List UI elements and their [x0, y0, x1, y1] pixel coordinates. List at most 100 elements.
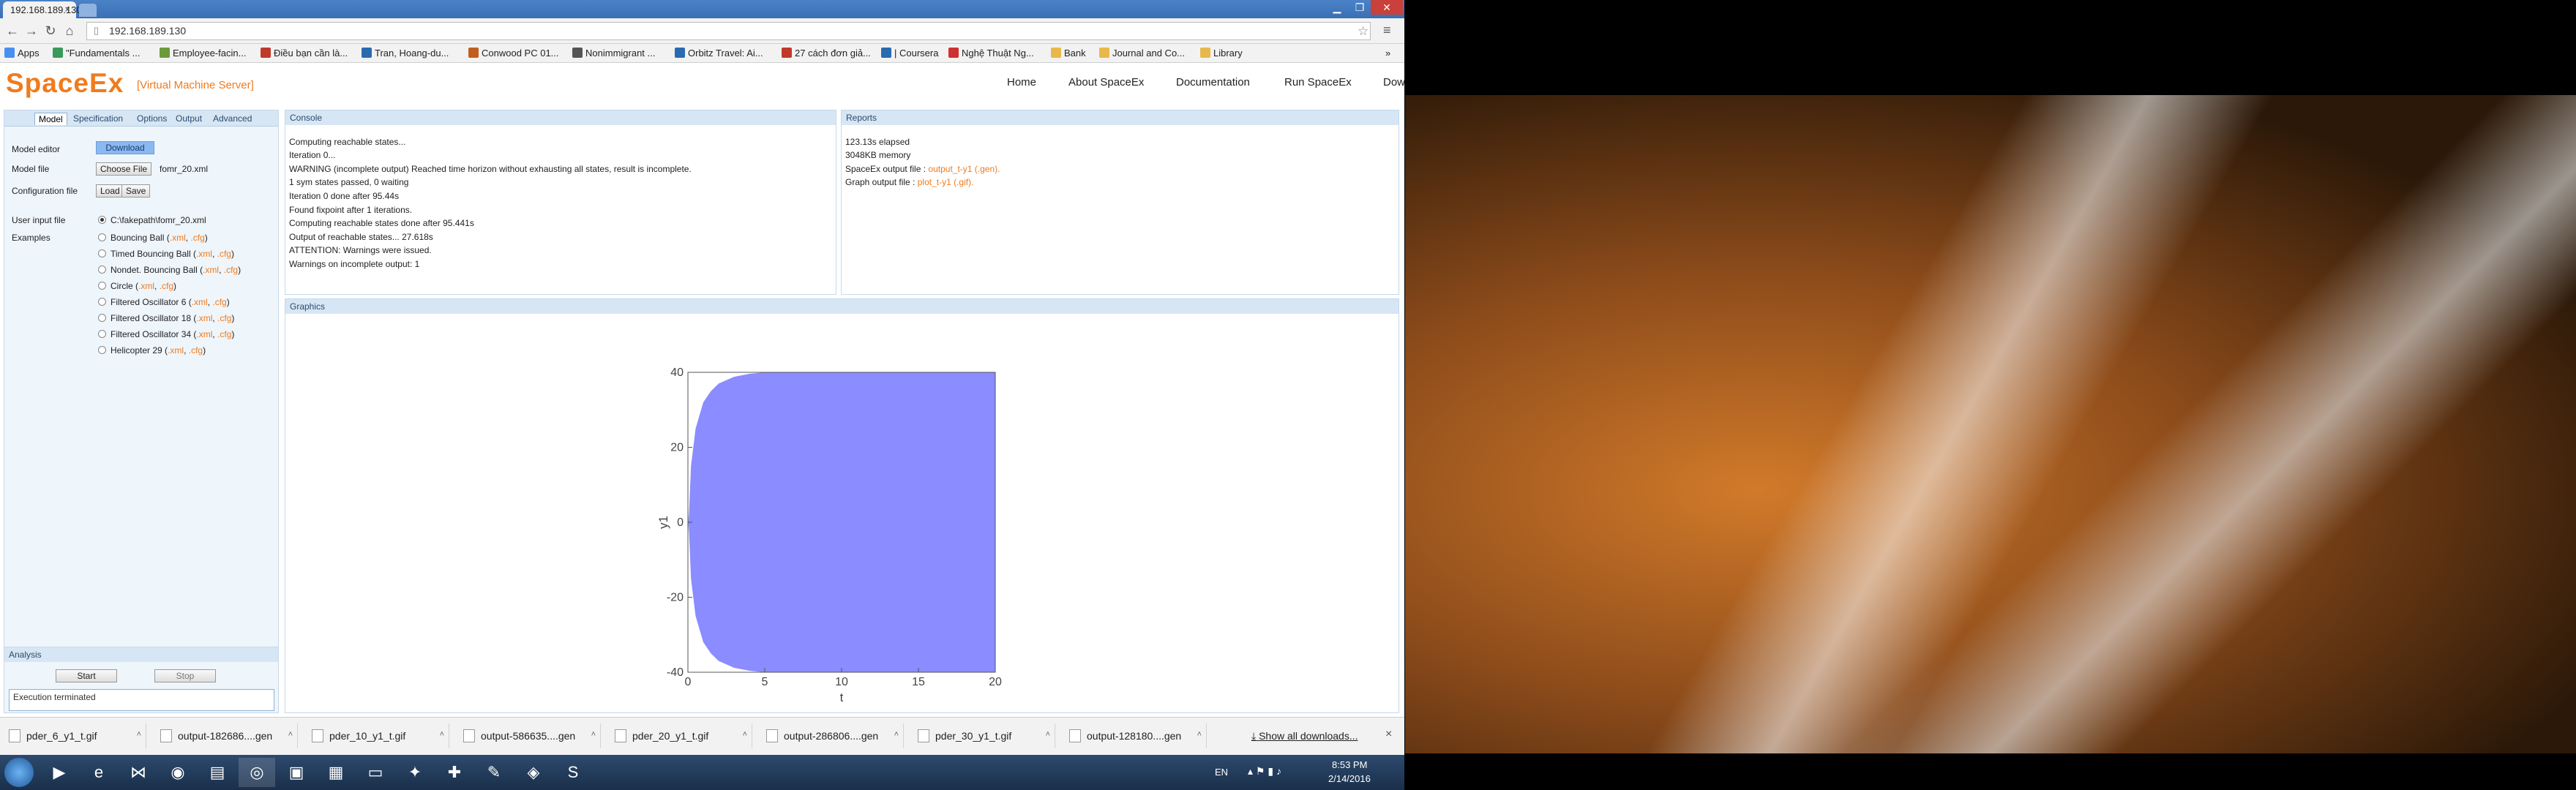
home-icon[interactable]: ⌂: [61, 23, 78, 39]
example-cfg-link[interactable]: .cfg: [217, 329, 231, 339]
download-item[interactable]: pder_30_y1_t.gif ˄: [909, 723, 1055, 748]
address-bar[interactable]: ▯ 192.168.189.130: [86, 22, 1371, 40]
bookmark-item[interactable]: 27 cách đơn giả...: [782, 48, 871, 59]
example-xml-link[interactable]: .xml: [196, 249, 212, 259]
show-all-downloads-link[interactable]: ⤓ Show all downloads...: [1251, 730, 1358, 742]
clock-date[interactable]: 2/14/2016: [1328, 773, 1371, 784]
example-xml-link[interactable]: .xml: [138, 281, 154, 291]
download-item[interactable]: pder_10_y1_t.gif ˄: [303, 723, 449, 748]
example-radio[interactable]: [98, 282, 106, 290]
forward-icon[interactable]: →: [23, 23, 40, 39]
bookmark-apps[interactable]: Apps: [4, 48, 40, 59]
bookmark-item[interactable]: Orbitz Travel: Ai...: [675, 48, 763, 59]
example-radio[interactable]: [98, 330, 106, 338]
example-xml-link[interactable]: .xml: [170, 233, 186, 243]
skype-icon[interactable]: S: [555, 758, 591, 787]
nav-documentation[interactable]: Documentation: [1176, 76, 1250, 89]
tab-model[interactable]: Model: [34, 113, 67, 125]
bookmark-item[interactable]: Conwood PC 01...: [468, 48, 559, 59]
save-button[interactable]: Save: [121, 184, 151, 198]
minimize-icon[interactable]: ▁: [1326, 0, 1348, 15]
app-icon-2[interactable]: ✚: [436, 758, 473, 787]
close-downloads-icon[interactable]: ×: [1385, 728, 1392, 741]
example-cfg-link[interactable]: .cfg: [160, 281, 173, 291]
chevron-up-icon[interactable]: ˄: [743, 730, 747, 739]
spaceex-logo[interactable]: SpaceEx: [6, 68, 124, 99]
nav-home[interactable]: Home: [1007, 76, 1036, 89]
chevron-up-icon[interactable]: ˄: [591, 730, 596, 739]
load-button[interactable]: Load: [96, 184, 124, 198]
back-icon[interactable]: ←: [4, 23, 20, 39]
internet-explorer-icon[interactable]: e: [80, 758, 117, 787]
clock-time[interactable]: 8:53 PM: [1332, 759, 1367, 770]
example-radio[interactable]: [98, 346, 106, 354]
download-item[interactable]: output-182686....gen ˄: [151, 723, 298, 748]
folder-icon[interactable]: ▭: [357, 758, 394, 787]
example-cfg-link[interactable]: .cfg: [224, 265, 238, 275]
download-item[interactable]: output-286806....gen ˄: [757, 723, 904, 748]
start-button[interactable]: Start: [56, 669, 117, 682]
example-cfg-link[interactable]: .cfg: [212, 297, 226, 307]
maps-icon[interactable]: ◈: [515, 758, 552, 787]
firefox-icon[interactable]: ◉: [160, 758, 196, 787]
example-xml-link[interactable]: .xml: [196, 313, 212, 323]
download-button[interactable]: Download: [96, 141, 154, 154]
chevron-up-icon[interactable]: ˄: [894, 730, 899, 739]
nav-about[interactable]: About SpaceEx: [1068, 76, 1144, 89]
example-cfg-link[interactable]: .cfg: [217, 249, 231, 259]
download-item[interactable]: output-128180....gen ˄: [1060, 723, 1207, 748]
bookmark-item[interactable]: Nghệ Thuật Ng...: [948, 48, 1034, 59]
chevron-up-icon[interactable]: ˄: [440, 730, 444, 739]
more-bookmarks-icon[interactable]: »: [1385, 48, 1390, 59]
bookmark-item[interactable]: Tran, Hoang-du...: [362, 48, 449, 59]
app-icon[interactable]: ✦: [397, 758, 433, 787]
example-cfg-link[interactable]: .cfg: [190, 233, 204, 243]
bookmark-item[interactable]: Nonimmigrant ...: [572, 48, 655, 59]
close-tab-icon[interactable]: ×: [64, 4, 70, 15]
visual-studio-icon[interactable]: ⋈: [120, 758, 157, 787]
graph-file-link[interactable]: plot_t-y1 (.gif).: [918, 177, 974, 187]
bookmark-item[interactable]: Employee-facin...: [160, 48, 246, 59]
example-xml-link[interactable]: .xml: [196, 329, 212, 339]
chevron-up-icon[interactable]: ˄: [1197, 730, 1202, 739]
spaceex-icon[interactable]: ▣: [278, 758, 315, 787]
example-xml-link[interactable]: .xml: [203, 265, 219, 275]
tray-icons[interactable]: ▴ ⚑ ▮ ♪: [1248, 765, 1281, 778]
download-item[interactable]: pder_20_y1_t.gif ˄: [606, 723, 752, 748]
bookmark-folder[interactable]: Library: [1200, 48, 1243, 59]
language-indicator[interactable]: EN: [1215, 767, 1228, 778]
tab-specification[interactable]: Specification: [70, 113, 127, 125]
choose-file-button[interactable]: Choose File: [96, 162, 152, 176]
new-tab-button[interactable]: [79, 4, 97, 17]
media-player-icon[interactable]: ▶: [41, 758, 78, 787]
example-cfg-link[interactable]: .cfg: [189, 345, 203, 356]
download-item[interactable]: pder_6_y1_t.gif ˄: [0, 723, 146, 748]
example-cfg-link[interactable]: .cfg: [217, 313, 231, 323]
tab-advanced[interactable]: Advanced: [209, 113, 255, 125]
paint-icon[interactable]: ✎: [476, 758, 512, 787]
example-radio[interactable]: [98, 266, 106, 274]
example-radio[interactable]: [98, 233, 106, 241]
user-input-radio[interactable]: [98, 216, 106, 224]
bookmark-item[interactable]: "Fundamentals ...: [53, 48, 140, 59]
bookmark-folder[interactable]: Journal and Co...: [1099, 48, 1185, 59]
bookmark-folder[interactable]: Bank: [1051, 48, 1086, 59]
bookmark-item[interactable]: | Coursera: [881, 48, 938, 59]
nav-downloads[interactable]: Downloads: [1383, 76, 1404, 89]
download-item[interactable]: output-586635....gen ˄: [454, 723, 601, 748]
example-xml-link[interactable]: .xml: [168, 345, 184, 356]
stop-button[interactable]: Stop: [154, 669, 216, 682]
window-close-icon[interactable]: ✕: [1371, 0, 1403, 15]
example-radio[interactable]: [98, 298, 106, 306]
windows-start-icon[interactable]: [4, 758, 34, 787]
output-file-link[interactable]: output_t-y1 (.gen).: [928, 164, 1000, 174]
example-radio[interactable]: [98, 249, 106, 257]
bookmark-item[interactable]: Điều bạn cần là...: [261, 48, 348, 59]
bookmark-star-icon[interactable]: ☆: [1358, 24, 1368, 39]
file-explorer-icon[interactable]: ▤: [199, 758, 236, 787]
browser-menu-icon[interactable]: ≡: [1383, 23, 1391, 38]
tab-options[interactable]: Options: [133, 113, 171, 125]
chrome-icon[interactable]: ◎: [239, 758, 275, 787]
chevron-up-icon[interactable]: ˄: [288, 730, 293, 739]
nav-run-spaceex[interactable]: Run SpaceEx: [1284, 76, 1352, 89]
